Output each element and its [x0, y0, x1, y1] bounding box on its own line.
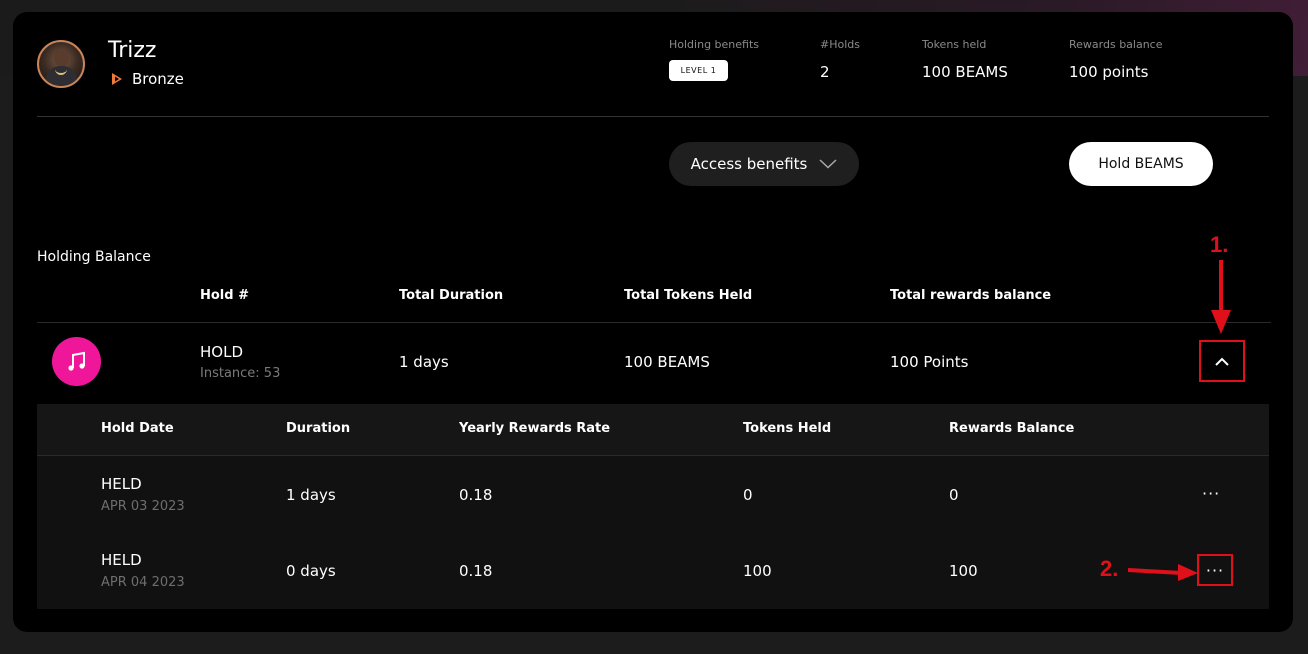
annotation-step-2: 2. — [1100, 556, 1119, 581]
row-status: HELD — [101, 551, 142, 569]
chevron-up-icon — [1215, 357, 1229, 366]
tier-label: Bronze — [132, 70, 184, 88]
col-total-duration: Total Duration — [399, 288, 504, 303]
holding-benefits-label: Holding benefits — [669, 38, 760, 51]
col-duration: Duration — [286, 421, 351, 436]
hold-beams-button[interactable]: Hold BEAMS — [1069, 142, 1213, 186]
col-total-rewards: Total rewards balance — [890, 288, 1052, 303]
access-benefits-button[interactable]: Access benefits — [669, 142, 859, 186]
holding-balance-title: Holding Balance — [37, 249, 151, 265]
holdings-card: Trizz Bronze Holding benefits LEVEL 1 #H… — [13, 12, 1293, 632]
row-status: HELD — [101, 475, 142, 493]
row-rate: 0.18 — [459, 562, 493, 580]
col-hold-number: Hold # — [200, 288, 249, 303]
annotation-arrow-right-icon — [1127, 564, 1198, 581]
row-duration: 1 days — [286, 486, 336, 504]
collapse-row-button[interactable] — [1199, 340, 1245, 382]
hold-name: HOLD — [200, 343, 243, 361]
row-rate: 0.18 — [459, 486, 493, 504]
hold-total-tokens: 100 BEAMS — [624, 353, 710, 371]
chevron-down-icon — [819, 159, 837, 169]
row-divider — [37, 322, 1271, 323]
row-date: APR 03 2023 — [101, 499, 185, 514]
col-yearly-rate: Yearly Rewards Rate — [459, 421, 611, 436]
avatar[interactable] — [37, 40, 85, 88]
row-tokens: 100 — [743, 562, 772, 580]
col-tokens-held: Tokens Held — [743, 421, 832, 436]
level-badge: LEVEL 1 — [669, 60, 728, 81]
annotation-arrow-down-icon — [1211, 260, 1231, 334]
holds-value: 2 — [820, 63, 830, 81]
hold-instance: Instance: 53 — [200, 366, 281, 381]
hold-total-rewards: 100 Points — [890, 353, 969, 371]
tokens-held-value: 100 BEAMS — [922, 63, 1008, 81]
tier-badge: Bronze — [110, 70, 184, 88]
col-rewards-balance: Rewards Balance — [949, 421, 1075, 436]
row-tokens: 0 — [743, 486, 753, 504]
hold-details-table: Hold Date Duration Yearly Rewards Rate T… — [37, 404, 1269, 609]
details-header-row: Hold Date Duration Yearly Rewards Rate T… — [37, 404, 1269, 456]
user-name: Trizz — [108, 38, 157, 63]
col-total-tokens: Total Tokens Held — [624, 288, 753, 303]
row-rewards: 0 — [949, 486, 959, 504]
annotation-step-1: 1. — [1210, 232, 1229, 257]
music-note-icon — [52, 337, 101, 386]
more-options-button[interactable]: ··· — [1197, 554, 1233, 586]
row-duration: 0 days — [286, 562, 336, 580]
row-rewards: 100 — [949, 562, 978, 580]
rewards-balance-value: 100 points — [1069, 63, 1149, 81]
holds-label: #Holds — [820, 38, 860, 51]
tokens-held-label: Tokens held — [922, 38, 987, 51]
header-divider — [37, 116, 1269, 117]
row-date: APR 04 2023 — [101, 575, 185, 590]
tier-icon — [112, 73, 122, 85]
more-options-icon[interactable]: ··· — [1202, 484, 1220, 503]
more-options-icon: ··· — [1205, 560, 1225, 580]
col-hold-date: Hold Date — [101, 421, 174, 436]
rewards-balance-label: Rewards balance — [1069, 38, 1163, 51]
access-benefits-label: Access benefits — [690, 155, 808, 173]
hold-total-duration: 1 days — [399, 353, 449, 371]
